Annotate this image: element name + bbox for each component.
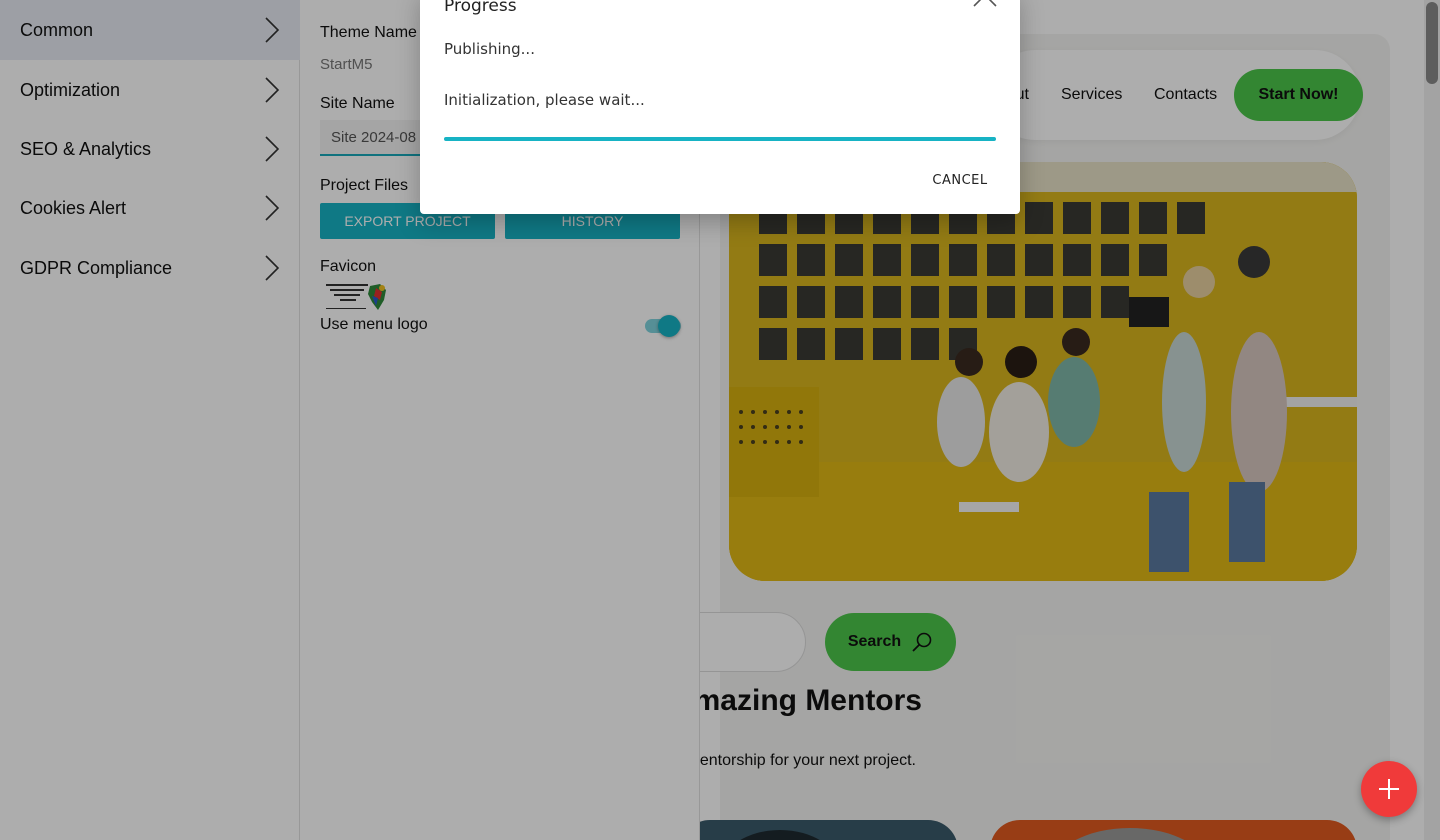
add-block-button[interactable] (1361, 761, 1417, 817)
dialog-title: Progress (444, 0, 517, 16)
progress-bar (444, 137, 996, 141)
plus-icon (1379, 779, 1399, 799)
collapse-icon[interactable] (972, 0, 998, 8)
progress-bar-fill (444, 137, 996, 141)
publish-status: Publishing... (444, 40, 535, 58)
publish-detail: Initialization, please wait... (444, 91, 645, 109)
progress-dialog: Progress Publishing... Initialization, p… (420, 0, 1020, 214)
cancel-button[interactable]: CANCEL (920, 164, 1000, 196)
